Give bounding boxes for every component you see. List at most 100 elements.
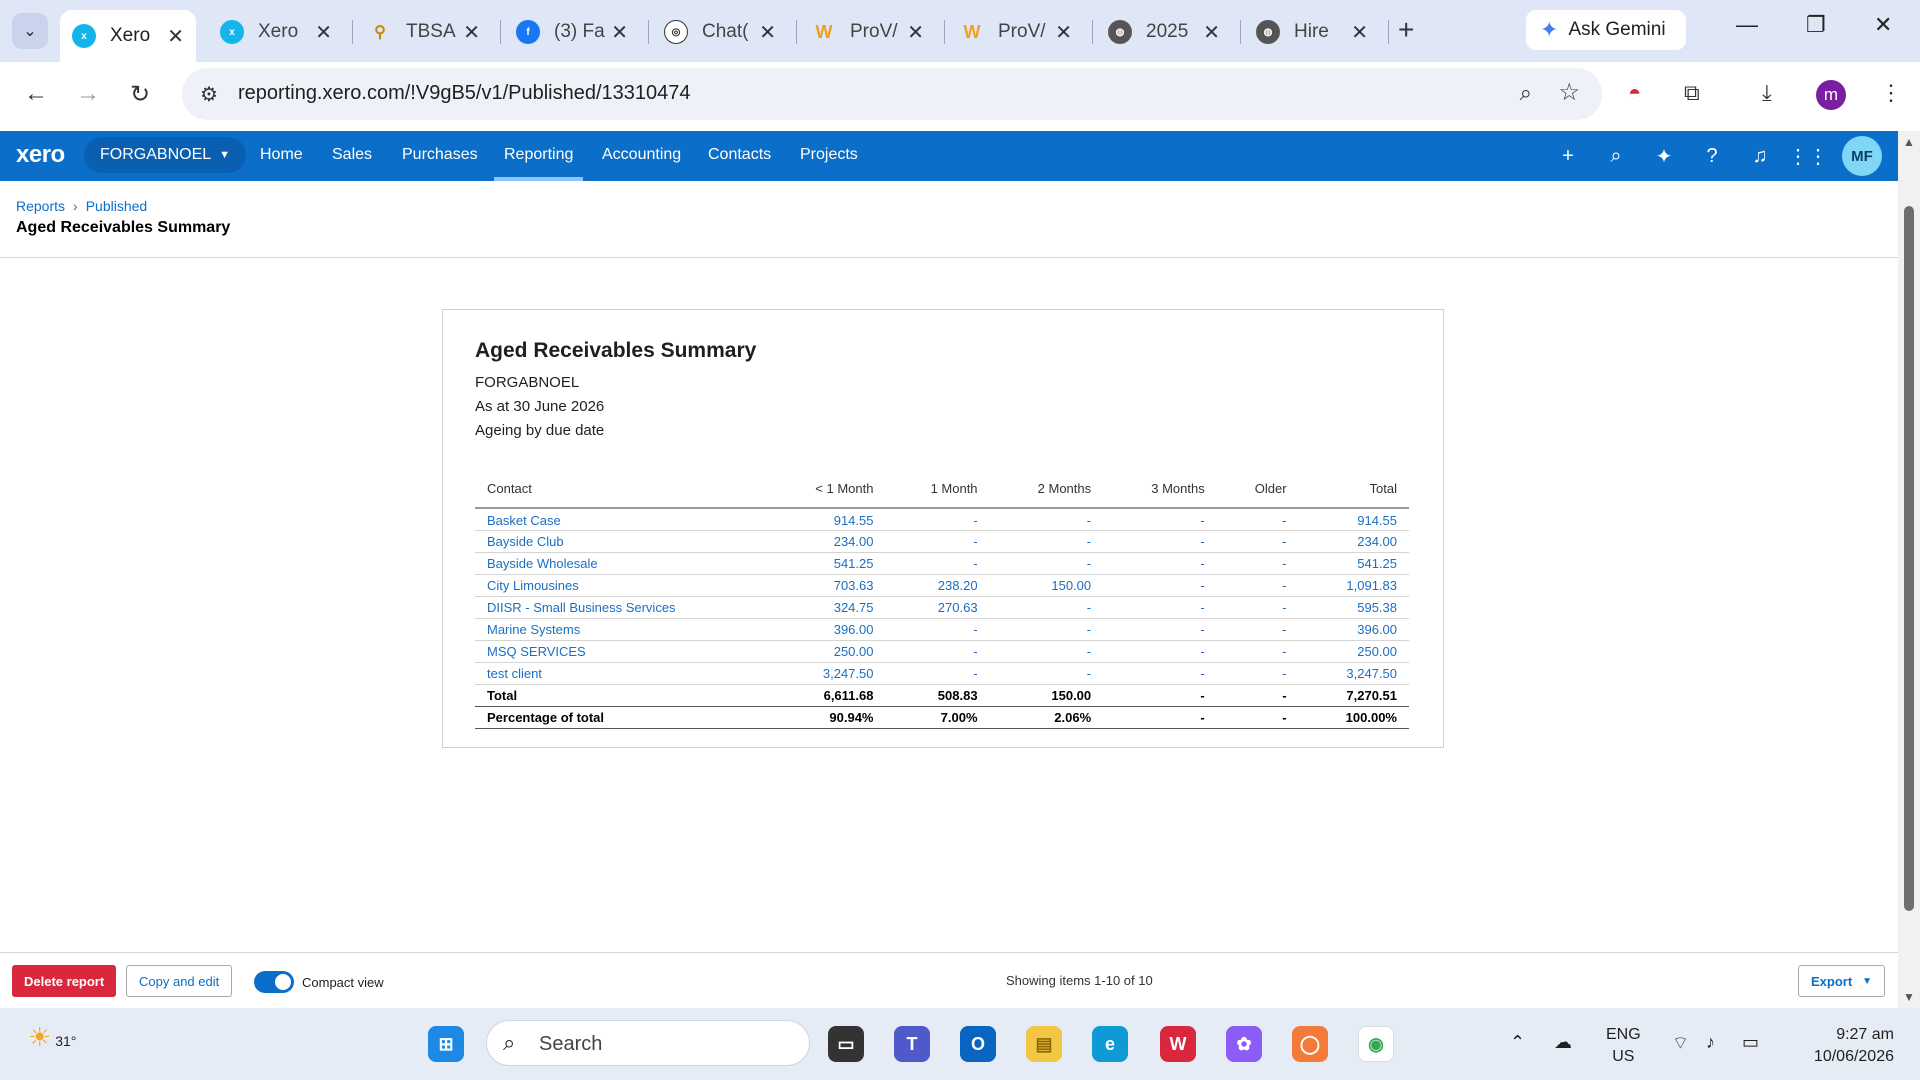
new-tab-icon[interactable]: + — [1398, 14, 1414, 46]
close-tab-icon[interactable]: ✕ — [759, 20, 776, 45]
cell-value[interactable]: - — [1216, 552, 1299, 575]
tab-chatgpt[interactable]: ◎ Chat( ✕ — [652, 10, 788, 54]
close-tab-icon[interactable]: ✕ — [611, 20, 628, 45]
cell-value[interactable]: 3,247.50 — [765, 662, 886, 685]
copilot-icon[interactable]: ✿ — [1226, 1026, 1262, 1062]
apps-grid-icon[interactable]: ⋮⋮ — [1788, 140, 1828, 172]
close-tab-icon[interactable]: ✕ — [463, 20, 480, 45]
app-orange-icon[interactable]: ◯ — [1292, 1026, 1328, 1062]
cell-value[interactable]: 3,247.50 — [1298, 662, 1409, 685]
breadcrumb-published[interactable]: Published — [86, 198, 148, 214]
cell-value[interactable]: - — [1216, 530, 1299, 553]
wps-office-icon[interactable]: W — [1160, 1026, 1196, 1062]
ask-gemini-button[interactable]: ✦ Ask Gemini — [1526, 10, 1686, 50]
nav-home[interactable]: Home — [260, 146, 303, 164]
file-explorer-icon[interactable]: ▤ — [1026, 1026, 1062, 1062]
cell-value[interactable]: - — [989, 596, 1104, 619]
nav-contacts[interactable]: Contacts — [708, 146, 771, 164]
address-bar[interactable]: ⚙ reporting.xero.com/!V9gB5/v1/Published… — [182, 68, 1602, 120]
copy-and-edit-button[interactable]: Copy and edit — [126, 965, 233, 997]
cell-value[interactable]: - — [1103, 662, 1217, 685]
profile-avatar[interactable]: m — [1816, 80, 1846, 110]
cell-value[interactable]: - — [885, 552, 990, 575]
pokeball-extension-icon[interactable]: ◓ — [1628, 80, 1641, 106]
cell-value[interactable]: 238.20 — [885, 574, 990, 597]
cell-value[interactable]: - — [989, 530, 1104, 553]
cell-value[interactable]: - — [989, 662, 1104, 685]
teams-icon[interactable]: T — [894, 1026, 930, 1062]
contact-link[interactable]: test client — [475, 662, 765, 685]
contact-link[interactable]: Bayside Club — [475, 530, 765, 553]
cell-value[interactable]: - — [1103, 530, 1217, 553]
back-icon[interactable]: ← — [24, 80, 48, 108]
extensions-icon[interactable]: ⧉ — [1684, 80, 1700, 106]
taskbar-search[interactable]: ⌕ Search — [486, 1020, 810, 1066]
contact-link[interactable]: Marine Systems — [475, 618, 765, 641]
outlook-icon[interactable]: O — [960, 1026, 996, 1062]
scroll-down-icon[interactable]: ▼ — [1903, 990, 1915, 1004]
table-row[interactable]: DIISR - Small Business Services 324.75 270… — [475, 596, 1409, 619]
contact-link[interactable]: MSQ SERVICES — [475, 640, 765, 663]
tab-2025[interactable]: ◍ 2025 ✕ — [1096, 10, 1232, 54]
contact-link[interactable]: Basket Case — [475, 508, 765, 531]
bookmark-star-icon[interactable]: ☆ — [1558, 78, 1580, 107]
contact-link[interactable]: City Limousines — [475, 574, 765, 597]
cell-value[interactable]: 270.63 — [885, 596, 990, 619]
close-tab-icon[interactable]: ✕ — [1351, 20, 1368, 45]
tab-prov-1[interactable]: W ProV/ ✕ — [800, 10, 936, 54]
table-row[interactable]: City Limousines 703.63 238.20 150.00- -1,091… — [475, 574, 1409, 597]
cell-value[interactable]: 150.00 — [989, 574, 1104, 597]
edge-icon[interactable]: e — [1092, 1026, 1128, 1062]
contact-link[interactable]: Bayside Wholesale — [475, 552, 765, 575]
tab-search-button[interactable]: ⌄ — [12, 13, 48, 49]
chrome-icon[interactable]: ◉ — [1358, 1026, 1394, 1062]
reload-icon[interactable]: ↻ — [130, 80, 150, 109]
cell-value[interactable]: - — [989, 640, 1104, 663]
table-row[interactable]: MSQ SERVICES 250.00- - - -250.00 — [475, 640, 1409, 663]
minimize-icon[interactable]: — — [1736, 12, 1758, 38]
task-view-icon[interactable]: ▭ — [828, 1026, 864, 1062]
cell-value[interactable]: - — [989, 508, 1104, 531]
wifi-icon[interactable]: ⌔ — [1672, 1032, 1689, 1055]
show-hidden-icons-icon[interactable]: ⌃ — [1510, 1032, 1525, 1053]
language-indicator[interactable]: ENG US — [1606, 1024, 1641, 1068]
cell-value[interactable]: - — [885, 662, 990, 685]
search-icon[interactable]: ⌕ — [1600, 140, 1632, 172]
cell-value[interactable]: - — [1103, 640, 1217, 663]
download-icon[interactable]: ⤓ — [1762, 80, 1772, 106]
more-menu-icon[interactable]: ⋮ — [1880, 80, 1902, 106]
forward-icon[interactable]: → — [76, 80, 100, 108]
breadcrumb-reports[interactable]: Reports — [16, 198, 65, 214]
cell-value[interactable]: - — [1216, 618, 1299, 641]
cell-value[interactable]: - — [1103, 574, 1217, 597]
table-row[interactable]: Basket Case 914.55- - - -914.55 — [475, 508, 1409, 531]
tab-facebook[interactable]: f (3) Fa ✕ — [504, 10, 640, 54]
tab-prov-2[interactable]: W ProV/ ✕ — [948, 10, 1084, 54]
onedrive-icon[interactable]: ☁ — [1554, 1032, 1572, 1053]
org-switcher[interactable]: FORGABNOEL ▼ — [84, 137, 247, 173]
close-tab-icon[interactable]: ✕ — [1055, 20, 1072, 45]
contact-link[interactable]: DIISR - Small Business Services — [475, 596, 765, 619]
export-button[interactable]: Export ▼ — [1798, 965, 1886, 997]
cell-value[interactable]: 396.00 — [1298, 618, 1409, 641]
help-icon[interactable]: ? — [1696, 140, 1728, 172]
close-tab-icon[interactable]: ✕ — [907, 20, 924, 45]
cell-value[interactable]: 250.00 — [1298, 640, 1409, 663]
page-scrollbar[interactable]: ▲ ▼ — [1898, 131, 1920, 1008]
cell-value[interactable]: - — [1216, 574, 1299, 597]
sparkle-ai-icon[interactable]: ✦ — [1648, 140, 1680, 172]
table-row[interactable]: Marine Systems 396.00- - - -396.00 — [475, 618, 1409, 641]
nav-sales[interactable]: Sales — [332, 146, 372, 164]
cell-value[interactable]: - — [1216, 508, 1299, 531]
notifications-bell-icon[interactable]: ♫ — [1744, 140, 1776, 172]
cell-value[interactable]: - — [885, 640, 990, 663]
cell-value[interactable]: - — [989, 552, 1104, 575]
volume-icon[interactable]: ♪ — [1706, 1032, 1715, 1053]
table-row[interactable]: Bayside Wholesale 541.25- - - -541.25 — [475, 552, 1409, 575]
user-avatar[interactable]: MF — [1842, 136, 1882, 176]
cell-value[interactable]: 1,091.83 — [1298, 574, 1409, 597]
cell-value[interactable]: - — [1216, 640, 1299, 663]
nav-accounting[interactable]: Accounting — [602, 146, 681, 164]
nav-projects[interactable]: Projects — [800, 146, 858, 164]
scroll-thumb[interactable] — [1904, 206, 1914, 911]
